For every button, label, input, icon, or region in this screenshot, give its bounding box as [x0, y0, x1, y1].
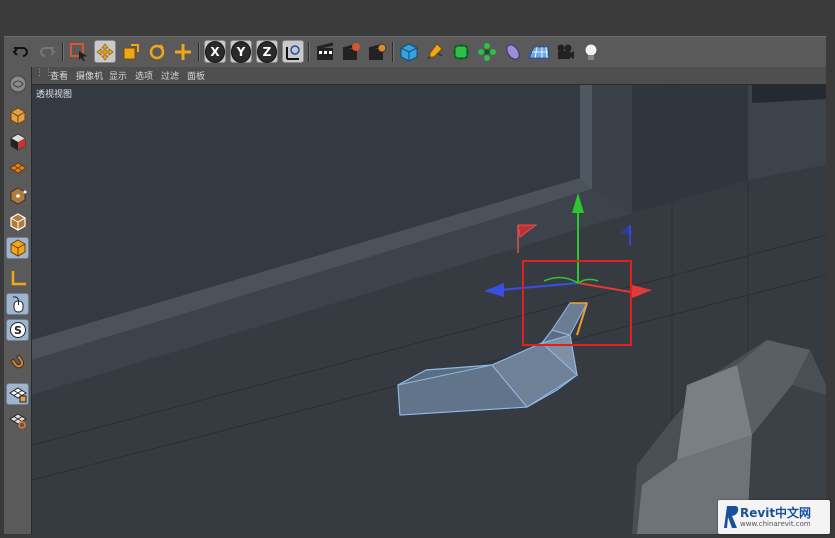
- menu-view[interactable]: 查看: [50, 69, 68, 82]
- workplane-icon[interactable]: [6, 409, 29, 431]
- viewport-title: 透视视图: [36, 90, 73, 100]
- last-tool-icon[interactable]: [172, 40, 194, 63]
- y-axis-label: Y: [231, 40, 251, 63]
- coordinate-system-icon[interactable]: [282, 40, 304, 63]
- edges-mode-icon[interactable]: [6, 211, 29, 233]
- z-axis-label: Z: [257, 40, 277, 63]
- site-watermark: Revit中文网 www.chinarevit.com: [718, 500, 830, 534]
- menu-options[interactable]: 选项: [135, 69, 153, 82]
- x-axis-label: X: [205, 40, 225, 63]
- toolbar-separator: [62, 42, 64, 62]
- menu-filter[interactable]: 过滤: [161, 69, 179, 82]
- menu-display[interactable]: 显示: [109, 69, 127, 82]
- polygons-mode-icon[interactable]: [6, 237, 29, 259]
- sword-blade-mesh[interactable]: [398, 303, 578, 415]
- perspective-viewport[interactable]: 透视视图: [32, 85, 826, 534]
- toolbar-separator: [198, 42, 200, 62]
- render-view-icon[interactable]: [314, 40, 336, 63]
- scale-icon[interactable]: [120, 40, 142, 63]
- watermark-url: www.chinarevit.com: [740, 520, 811, 528]
- title-strip: [0, 0, 835, 36]
- tweak-mode-icon[interactable]: [6, 293, 29, 315]
- camera-icon[interactable]: [554, 40, 576, 63]
- x-axis-lock[interactable]: X: [204, 40, 226, 63]
- workplane-mode-icon[interactable]: [6, 157, 29, 179]
- menu-camera[interactable]: 摄像机: [76, 69, 103, 82]
- axis-mode-icon[interactable]: [6, 267, 29, 289]
- floor-icon[interactable]: [528, 40, 550, 63]
- solo-mode-icon[interactable]: S: [6, 319, 29, 341]
- undo-icon[interactable]: [10, 40, 32, 63]
- make-editable-icon[interactable]: [6, 73, 29, 95]
- toolbar-separator: [392, 42, 394, 62]
- rotate-icon[interactable]: [146, 40, 168, 63]
- z-axis-lock[interactable]: Z: [256, 40, 278, 63]
- move-gizmo[interactable]: [482, 190, 657, 315]
- mode-toolbar: S: [4, 67, 32, 534]
- toolbar-separator: [308, 42, 310, 62]
- render-to-picture-viewer-icon[interactable]: [340, 40, 362, 63]
- deformer-icon[interactable]: [502, 40, 524, 63]
- workplane-lock-icon[interactable]: [6, 383, 29, 405]
- y-axis-lock[interactable]: Y: [230, 40, 252, 63]
- watermark-brand: Revit中文网: [740, 506, 812, 520]
- main-toolbar: X Y Z: [4, 36, 826, 68]
- svg-text:S: S: [14, 324, 22, 337]
- cube-primitive-icon[interactable]: [398, 40, 420, 63]
- model-mode-icon[interactable]: [6, 105, 29, 127]
- menu-panel[interactable]: 面板: [187, 69, 205, 82]
- snap-icon[interactable]: [6, 351, 29, 373]
- texture-mode-icon[interactable]: [6, 131, 29, 153]
- revit-logo-icon: [724, 506, 739, 528]
- points-mode-icon[interactable]: [6, 185, 29, 207]
- redo-icon[interactable]: [36, 40, 58, 63]
- pen-spline-icon[interactable]: [424, 40, 446, 63]
- render-settings-icon[interactable]: [366, 40, 388, 63]
- array-icon[interactable]: [476, 40, 498, 63]
- light-icon[interactable]: [580, 40, 602, 63]
- subdivision-icon[interactable]: [450, 40, 472, 63]
- viewport-menu-bar: ⋮⋮ 查看 摄像机 显示 选项 过滤 面板: [32, 67, 826, 85]
- move-icon[interactable]: [94, 40, 116, 63]
- live-selection-icon[interactable]: [68, 40, 90, 63]
